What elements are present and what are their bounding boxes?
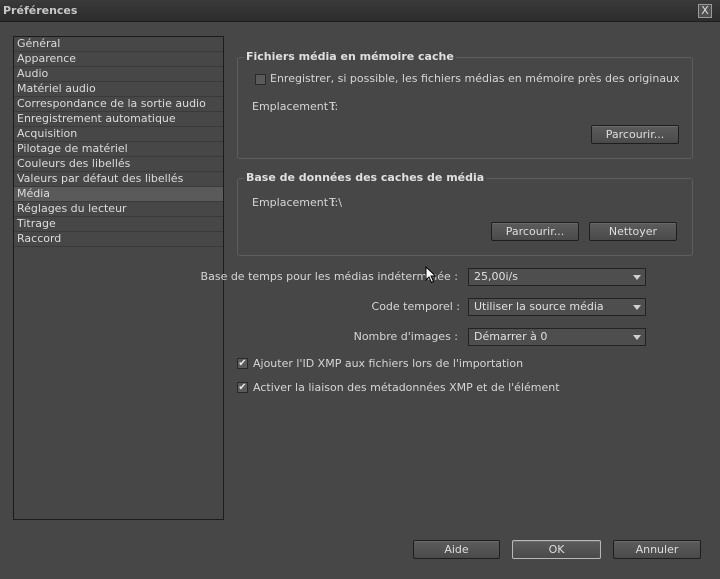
window-title: Préférences (3, 4, 78, 17)
database-location-value: T:\ (329, 196, 342, 209)
timecode-select[interactable]: Utiliser la source média (468, 298, 646, 316)
sidebar-item-media[interactable]: Média (14, 187, 223, 202)
preferences-dialog: Général Apparence Audio Matériel audio C… (0, 22, 720, 579)
database-browse-button[interactable]: Parcourir... (491, 222, 579, 241)
sidebar-item-general[interactable]: Général (14, 37, 223, 52)
chevron-down-icon (633, 275, 641, 280)
sidebar-item-auto-save[interactable]: Enregistrement automatique (14, 112, 223, 127)
sidebar-item-audio[interactable]: Audio (14, 67, 223, 82)
media-cache-files-group: Fichiers média en mémoire cache Enregist… (237, 50, 693, 159)
close-button[interactable]: X (698, 4, 712, 18)
check-icon: ✔ (238, 382, 247, 393)
check-icon: ✔ (238, 358, 247, 369)
sidebar-item-label-colors[interactable]: Couleurs des libellés (14, 157, 223, 172)
database-clean-button[interactable]: Nettoyer (589, 222, 677, 241)
cancel-button[interactable]: Annuler (613, 540, 701, 559)
sidebar-item-capture[interactable]: Acquisition (14, 127, 223, 142)
timecode-label: Code temporel : (371, 300, 460, 313)
database-location-label: Emplacement : (252, 196, 336, 209)
frame-count-select[interactable]: Démarrer à 0 (468, 328, 646, 346)
timecode-value: Utiliser la source média (474, 300, 604, 313)
title-bar: Préférences X (0, 0, 720, 22)
sidebar-item-appearance[interactable]: Apparence (14, 52, 223, 67)
xmp-link-label: Activer la liaison des métadonnées XMP e… (253, 381, 560, 394)
close-icon: X (701, 4, 709, 17)
sidebar-item-titler[interactable]: Titrage (14, 217, 223, 232)
frame-count-label: Nombre d'images : (353, 330, 458, 343)
chevron-down-icon (633, 305, 641, 310)
timebase-label: Base de temps pour les médias indétermin… (200, 270, 458, 283)
help-button[interactable]: Aide (413, 540, 500, 559)
sidebar-item-label-defaults[interactable]: Valeurs par défaut des libellés (14, 172, 223, 187)
frame-count-value: Démarrer à 0 (474, 330, 548, 343)
cache-location-value: T: (329, 100, 339, 113)
save-near-originals-label: Enregistrer, si possible, les fichiers m… (270, 72, 680, 85)
timebase-select[interactable]: 25,00i/s (468, 268, 646, 286)
media-cache-database-title: Base de données des caches de média (244, 171, 487, 184)
timebase-value: 25,00i/s (474, 270, 518, 283)
chevron-down-icon (633, 335, 641, 340)
xmp-id-label: Ajouter l'ID XMP aux fichiers lors de l'… (253, 357, 524, 370)
sidebar-item-audio-hardware[interactable]: Matériel audio (14, 82, 223, 97)
mouse-pointer-icon (425, 266, 437, 284)
sidebar-item-player-settings[interactable]: Réglages du lecteur (14, 202, 223, 217)
xmp-link-checkbox[interactable]: ✔ (237, 382, 248, 393)
sidebar-item-audio-output-mapping[interactable]: Correspondance de la sortie audio (14, 97, 223, 112)
sidebar-item-device-control[interactable]: Pilotage de matériel (14, 142, 223, 157)
xmp-id-checkbox[interactable]: ✔ (237, 358, 248, 369)
category-list: Général Apparence Audio Matériel audio C… (13, 36, 224, 520)
sidebar-item-trim[interactable]: Raccord (14, 232, 223, 247)
cache-browse-button[interactable]: Parcourir... (591, 125, 679, 144)
save-near-originals-checkbox[interactable] (255, 74, 266, 85)
media-cache-files-title: Fichiers média en mémoire cache (244, 50, 456, 63)
ok-button[interactable]: OK (512, 540, 601, 559)
media-cache-database-group: Base de données des caches de média Empl… (237, 171, 693, 256)
cache-location-label: Emplacement : (252, 100, 336, 113)
